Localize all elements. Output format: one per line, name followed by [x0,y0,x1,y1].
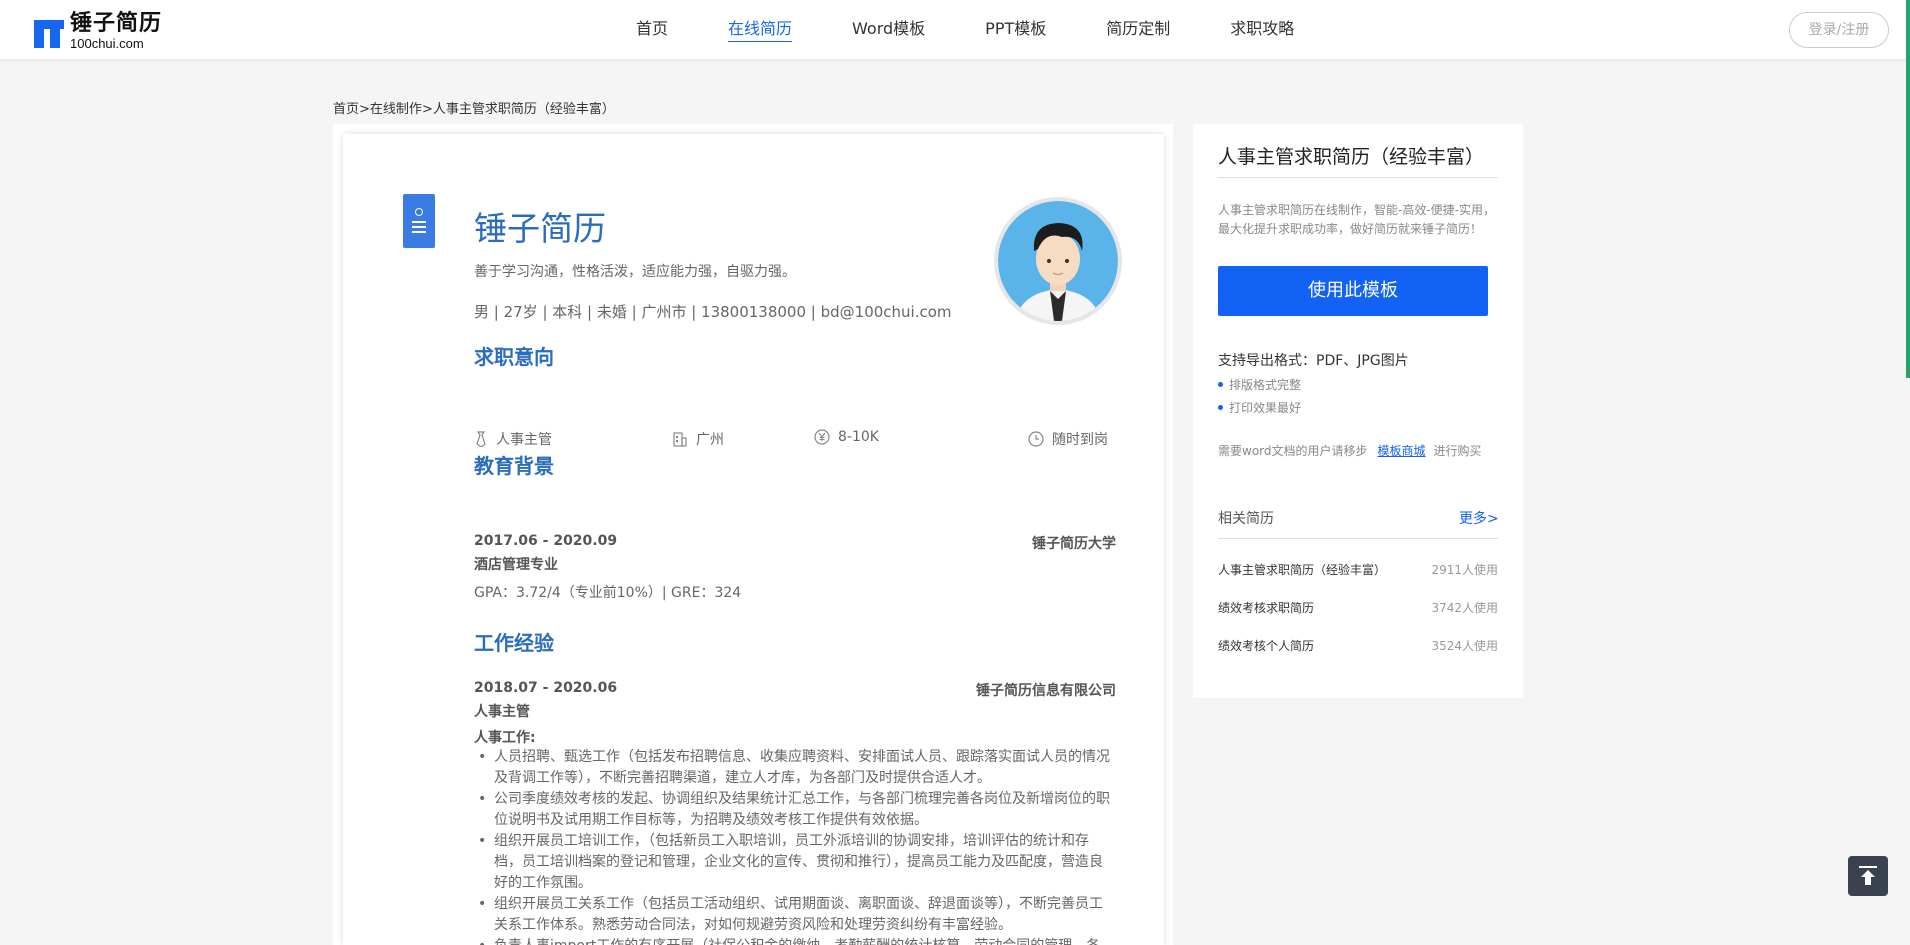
nav-word-templates[interactable]: Word模板 [852,0,925,59]
section-title-work: 工作经验 [474,631,554,655]
work-role: 人事主管 [474,704,530,720]
template-mall-link[interactable]: 模板商城 [1378,444,1426,458]
edu-period: 2017.06 - 2020.09 [474,533,618,549]
intent-position: 人事主管 [496,432,552,448]
template-sidebar: 人事主管求职简历（经验丰富） 人事主管求职简历在线制作，智能-高效-便捷-实用，… [1193,124,1523,698]
work-subhead: 人事工作: [474,730,536,746]
work-period: 2018.07 - 2020.06 [474,680,618,696]
intent-availability: 随时到岗 [1052,432,1108,448]
top-header: 锤子简历 100chui.com 首页 在线简历 Word模板 PPT模板 简历… [0,0,1910,59]
nav-home[interactable]: 首页 [636,0,668,59]
edu-school: 锤子简历大学 [1032,536,1116,552]
list-item: 组织开展员工培训工作，（包括新员工入职培训，员工外派培训的协调安排，培训评估的统… [474,831,1114,894]
resume-basic-info: 男 | 27岁 | 本科 | 未婚 | 广州市 | 13800138000 | … [474,303,952,321]
work-company: 锤子简历信息有限公司 [976,683,1116,699]
section-title-education: 教育背景 [474,454,554,478]
breadcrumb-current: 人事主管求职简历（经验丰富） [432,102,615,117]
resume-preview-panel: 锤子简历 善于学习沟通，性格活泼，适应能力强，自驱力强。 男 | 27岁 | 本… [333,124,1173,945]
edge-strip [1906,0,1910,378]
nav-job-tips[interactable]: 求职攻略 [1230,0,1294,59]
intent-city: 广州 [696,432,724,448]
nav-ppt-templates[interactable]: PPT模板 [985,0,1046,59]
template-description: 人事主管求职简历在线制作，智能-高效-便捷-实用，最大化提升求职成功率，做好简历… [1218,203,1495,236]
divider [1218,177,1498,178]
job-intent-row: 人事主管 广州 8-10K 随时到岗 [474,429,1108,453]
logo-mark-icon [34,16,64,48]
resume-badge-icon [403,194,435,248]
feature-item: 打印效果最好 [1218,399,1301,416]
nav-resume-custom[interactable]: 简历定制 [1106,0,1170,59]
edu-detail: GPA：3.72/4（专业前10%）| GRE：324 [474,585,742,601]
yen-icon [814,429,830,445]
resume-paper: 锤子简历 善于学习沟通，性格活泼，适应能力强，自驱力强。 男 | 27岁 | 本… [343,134,1164,945]
breadcrumb-home[interactable]: 首页 [333,102,359,117]
breadcrumb: 首页>在线制作>人事主管求职简历（经验丰富） [333,102,615,117]
bullet-icon [1218,382,1223,387]
main-nav: 首页 在线简历 Word模板 PPT模板 简历定制 求职攻略 [636,0,1354,59]
list-item: 负责人事import工作的有序开展（社保公积金的缴纳，考勤薪酬的统计核算，劳动合… [474,936,1114,945]
template-title: 人事主管求职简历（经验丰富） [1218,146,1485,168]
logo-domain: 100chui.com [70,36,144,51]
divider [1218,538,1498,539]
related-resumes-title: 相关简历 [1218,511,1274,527]
use-template-button[interactable]: 使用此模板 [1218,266,1488,316]
more-link[interactable]: 更多> [1459,508,1499,528]
logo-name: 锤子简历 [70,11,163,36]
tie-icon [476,431,486,447]
resume-name: 锤子简历 [474,209,606,248]
arrow-up-icon [1859,866,1877,885]
nav-online-resume[interactable]: 在线简历 [728,0,793,59]
resume-motto: 善于学习沟通，性格活泼，适应能力强，自驱力强。 [474,264,796,280]
list-item: 组织开展员工关系工作（包括员工活动组织、试用期面谈、离职面谈、辞退面谈等），不断… [474,894,1114,936]
feature-item: 排版格式完整 [1218,376,1301,393]
list-item: 人员招聘、甄选工作（包括发布招聘信息、收集应聘资料、安排面试人员、跟踪落实面试人… [474,747,1114,789]
site-logo[interactable]: 锤子简历 100chui.com [34,13,162,50]
intent-salary: 8-10K [838,429,879,445]
list-item: 公司季度绩效考核的发起、协调组织及结果统计汇总工作，与各部门梳理完善各岗位及新增… [474,789,1114,831]
export-formats: 支持导出格式：PDF、JPG图片 [1218,353,1409,369]
work-duties-list: 人员招聘、甄选工作（包括发布招聘信息、收集应聘资料、安排面试人员、跟踪落实面试人… [474,747,1114,945]
back-to-top-button[interactable] [1848,856,1888,896]
edu-major: 酒店管理专业 [474,557,558,573]
login-register-button[interactable]: 登录/注册 [1789,12,1889,48]
avatar [994,197,1122,325]
bullet-icon [1218,405,1223,410]
clock-icon [1028,431,1044,447]
section-title-intent: 求职意向 [474,345,554,369]
related-item[interactable]: 绩效考核个人简历 3524人使用 [1218,637,1498,654]
related-item[interactable]: 人事主管求职简历（经验丰富） 2911人使用 [1218,561,1498,578]
breadcrumb-online-make[interactable]: 在线制作 [370,102,422,117]
related-item[interactable]: 绩效考核求职简历 3742人使用 [1218,599,1498,616]
building-icon [673,432,687,447]
word-doc-tip: 需要word文档的用户请移步 模板商城 进行购买 [1218,444,1482,458]
